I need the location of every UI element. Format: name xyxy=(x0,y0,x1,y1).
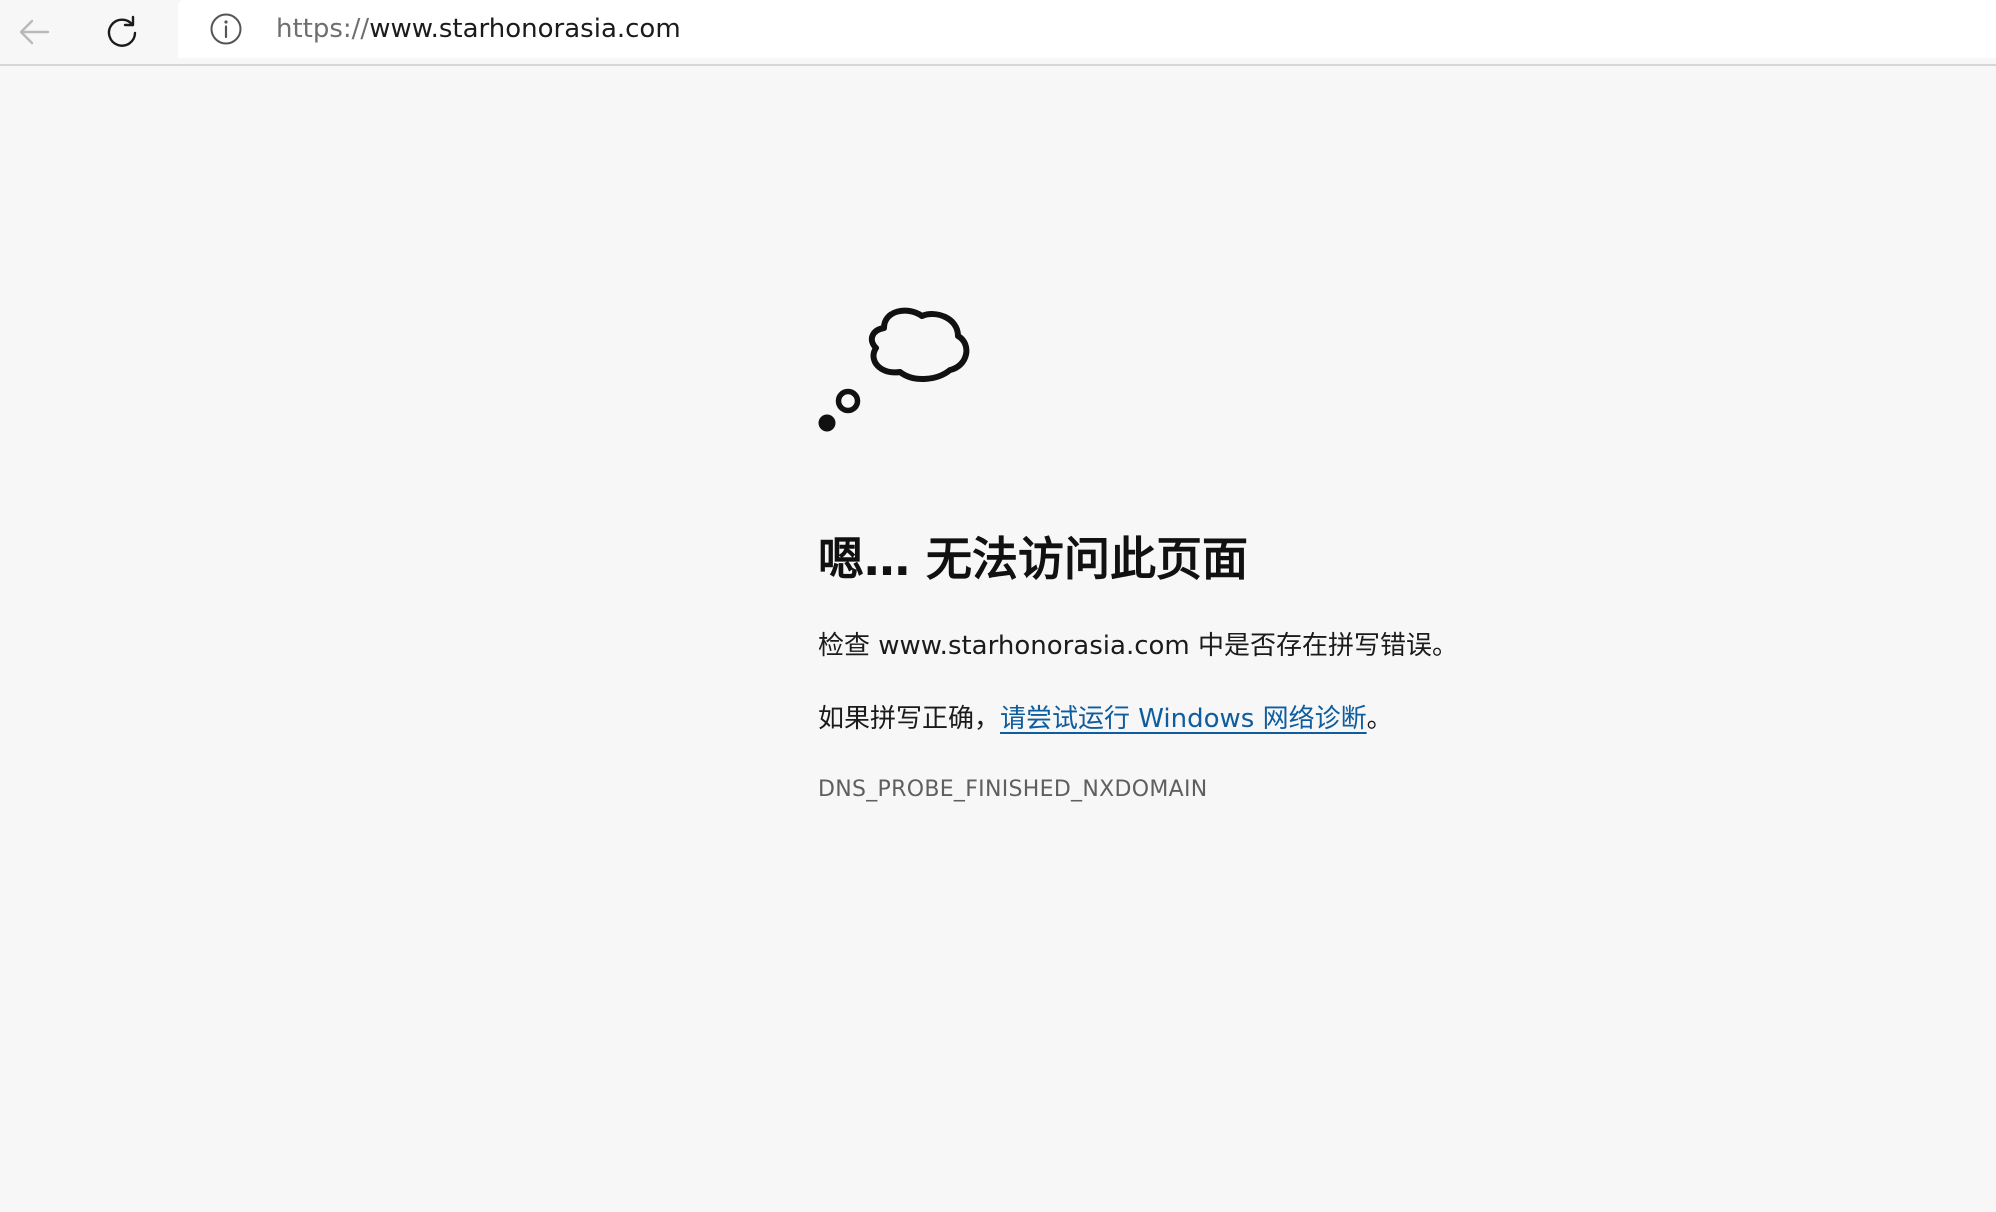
network-diagnostics-link[interactable]: 请尝试运行 Windows 网络诊断 xyxy=(1000,704,1367,734)
url-scheme: https:// xyxy=(276,14,370,44)
retry-suffix: 。 xyxy=(1366,704,1393,734)
thought-cloud-icon xyxy=(818,307,970,432)
back-button[interactable] xyxy=(8,6,60,58)
reload-icon xyxy=(107,15,137,47)
address-bar[interactable]: https://www.starhonorasia.com xyxy=(178,0,1996,58)
back-arrow-icon xyxy=(19,19,50,45)
check-host: www.starhonorasia.com xyxy=(878,631,1190,661)
error-code: DNS_PROBE_FINISHED_NXDOMAIN xyxy=(818,777,1208,802)
check-suffix: 中是否存在拼写错误。 xyxy=(1189,631,1458,661)
info-icon xyxy=(210,13,242,45)
browser-toolbar: https://www.starhonorasia.com xyxy=(0,0,1996,66)
reload-button[interactable] xyxy=(96,6,148,58)
url-text[interactable]: https://www.starhonorasia.com xyxy=(276,12,681,46)
error-content: 嗯… 无法访问此页面 检查 www.starhonorasia.com 中是否存… xyxy=(818,280,1718,805)
spelling-check-message: 检查 www.starhonorasia.com 中是否存在拼写错误。 xyxy=(818,628,1718,664)
error-title: 嗯… 无法访问此页面 xyxy=(818,532,1249,586)
retry-prefix: 如果拼写正确， xyxy=(818,704,1001,734)
url-host: www.starhonorasia.com xyxy=(369,14,681,44)
site-info-button[interactable] xyxy=(208,11,244,47)
retry-message: 如果拼写正确，请尝试运行 Windows 网络诊断。 xyxy=(818,701,1718,737)
check-prefix: 检查 xyxy=(818,631,879,661)
